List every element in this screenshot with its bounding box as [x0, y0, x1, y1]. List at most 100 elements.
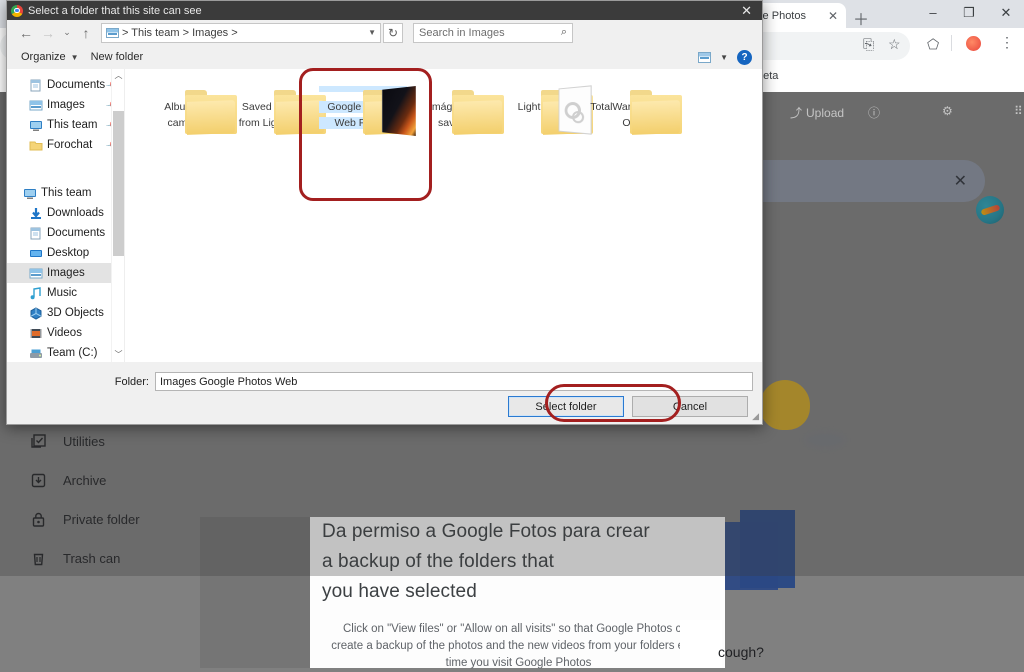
folder-name-input[interactable]: Images Google Photos Web [155, 372, 753, 391]
window-minimize-button[interactable]: – [922, 5, 944, 20]
new-tab-icon[interactable]: ＋ [853, 6, 869, 30]
toolbar-divider [951, 35, 952, 51]
dialog-toolbar: Organize ▼ New folder ▼ ? [7, 45, 762, 69]
tree-scrollbar[interactable]: ︿ ﹀ [111, 69, 124, 362]
help-icon[interactable]: ? [737, 49, 752, 65]
drive-icon [29, 347, 43, 360]
folder-thumb [319, 85, 416, 137]
search-placeholder: Search in Images [419, 26, 505, 39]
profile-icon[interactable] [966, 36, 981, 51]
select-folder-button[interactable]: Select folder [508, 396, 624, 417]
folder-item-totalwarsagatroy[interactable]: TotalWarSagaTR OY [586, 79, 682, 135]
tree-item-documents-quick[interactable]: Documents 📌 [7, 75, 124, 95]
tree-item-label: Documents [47, 227, 106, 239]
new-folder-label: New folder [90, 51, 144, 63]
permission-heading-line3: you have selected [322, 581, 477, 602]
folder-item-lightroom[interactable]: Lightroom [497, 79, 593, 135]
tree-item-documents[interactable]: Documents [7, 223, 124, 243]
tree-item-label: Images [47, 267, 85, 279]
folder-picker-dialog: Select a folder that this site can see ✕… [6, 0, 763, 425]
organize-button[interactable]: Organize ▼ [21, 51, 91, 63]
tree-item-images-quick[interactable]: Images 📌 [7, 95, 124, 115]
dialog-buttons: Select folder Cancel [508, 396, 748, 417]
navigation-tree: Documents 📌 Images 📌 This team 📌 [7, 69, 125, 362]
chevron-down-icon[interactable]: ⌄ [59, 27, 75, 38]
tree-item-videos[interactable]: Videos [7, 323, 124, 343]
downloads-icon [29, 207, 43, 220]
chevron-down-icon: ▼ [70, 52, 79, 62]
folder-thumb [141, 86, 237, 135]
arrow-right-icon[interactable]: → [37, 25, 59, 41]
computer-icon [29, 119, 43, 132]
folder-item-imagenes-saved[interactable]: Imágenes saved [408, 79, 504, 135]
arrow-up-icon[interactable]: ↑ [75, 25, 97, 41]
refresh-icon[interactable]: ↻ [383, 22, 403, 43]
folder-grid: Album of camera Saved photos from Lightr… [125, 69, 762, 362]
tree-item-forochat-quick[interactable]: Forochat 📌 [7, 135, 124, 155]
tree-item-label: Videos [47, 327, 82, 339]
tree-item-label: Documents [47, 79, 106, 91]
dialog-titlebar: Select a folder that this site can see ✕ [7, 1, 762, 20]
folder-thumb [408, 86, 504, 135]
tree-item-team-c[interactable]: Team (C:) [7, 343, 124, 362]
organize-label: Organize [21, 51, 66, 63]
documents-icon [29, 79, 43, 92]
window-close-button[interactable]: ✕ [995, 5, 1017, 21]
dialog-footer: Folder: Images Google Photos Web Select … [7, 362, 762, 424]
dialog-body: Documents 📌 Images 📌 This team 📌 [7, 69, 762, 362]
resize-grip[interactable]: ◢ [752, 411, 759, 422]
tree-item-label: Images [47, 99, 85, 111]
close-icon[interactable]: ✕ [741, 3, 758, 19]
scroll-up-icon[interactable]: ︿ [112, 69, 124, 83]
new-folder-button[interactable]: New folder [91, 51, 156, 63]
folder-thumb [586, 86, 682, 135]
tree-item-3d-objects[interactable]: 3D Objects [7, 303, 124, 323]
menu-icon[interactable]: ⋮ [1000, 34, 1014, 51]
desktop-icon [29, 247, 43, 260]
tree-item-label: Downloads [47, 207, 104, 219]
tree-item-images[interactable]: Images [7, 263, 124, 283]
chevron-down-icon[interactable]: ▼ [368, 28, 380, 37]
tree-item-label: Forochat [47, 139, 93, 151]
folder-icon [29, 139, 43, 152]
tree-item-label: Team (C:) [47, 347, 98, 359]
tree-item-label: This team [47, 119, 98, 131]
chrome-logo-icon [11, 4, 23, 17]
tab-close-icon[interactable]: ✕ [828, 10, 838, 22]
cast-icon[interactable]: ⎘ [863, 36, 874, 53]
view-layout-icon[interactable] [698, 51, 712, 63]
extensions-icon[interactable]: ⬠ [927, 36, 939, 53]
tree-item-this-team-quick[interactable]: This team 📌 [7, 115, 124, 135]
tree-item-music[interactable]: Music [7, 283, 124, 303]
search-input[interactable]: Search in Images ⌕ [413, 22, 573, 43]
chevron-down-icon[interactable]: ▼ [720, 53, 728, 62]
cancel-button[interactable]: Cancel [632, 396, 748, 417]
videos-icon [29, 327, 43, 340]
arrow-left-icon[interactable]: ← [15, 25, 37, 41]
search-icon: ⌕ [560, 26, 567, 38]
folder-name-row: Folder: Images Google Photos Web [7, 372, 762, 391]
3d-objects-icon [29, 306, 43, 320]
scrollbar-thumb[interactable] [113, 111, 124, 256]
bottom-text: cough? [718, 644, 764, 660]
address-breadcrumb[interactable]: > This team > Images > ▼ [101, 22, 381, 43]
images-icon [106, 27, 119, 38]
tree-item-downloads[interactable]: Downloads [7, 203, 124, 223]
window-maximize-button[interactable]: ❐ [958, 5, 980, 21]
permission-body-text: Click on "View files" or "Allow on all v… [331, 623, 706, 669]
folder-item-google-images-web-photos[interactable]: Google Images Web Photos [319, 79, 416, 137]
folder-item-album-of-camera[interactable]: Album of camera [141, 79, 237, 135]
music-icon [29, 286, 43, 300]
tree-item-desktop[interactable]: Desktop [7, 243, 124, 263]
folder-field-label: Folder: [114, 375, 149, 388]
folder-thumb [230, 86, 326, 135]
dialog-title: Select a folder that this site can see [28, 4, 202, 17]
scroll-down-icon[interactable]: ﹀ [112, 348, 124, 362]
tree-item-label: This team [41, 187, 92, 199]
tree-item-label: Music [47, 287, 78, 299]
documents-icon [29, 227, 43, 240]
folder-item-saved-photos-from-lightroom[interactable]: Saved photos from Lightroom [230, 79, 326, 135]
star-icon[interactable]: ☆ [888, 36, 901, 53]
tree-item-this-team[interactable]: This team [7, 183, 124, 203]
